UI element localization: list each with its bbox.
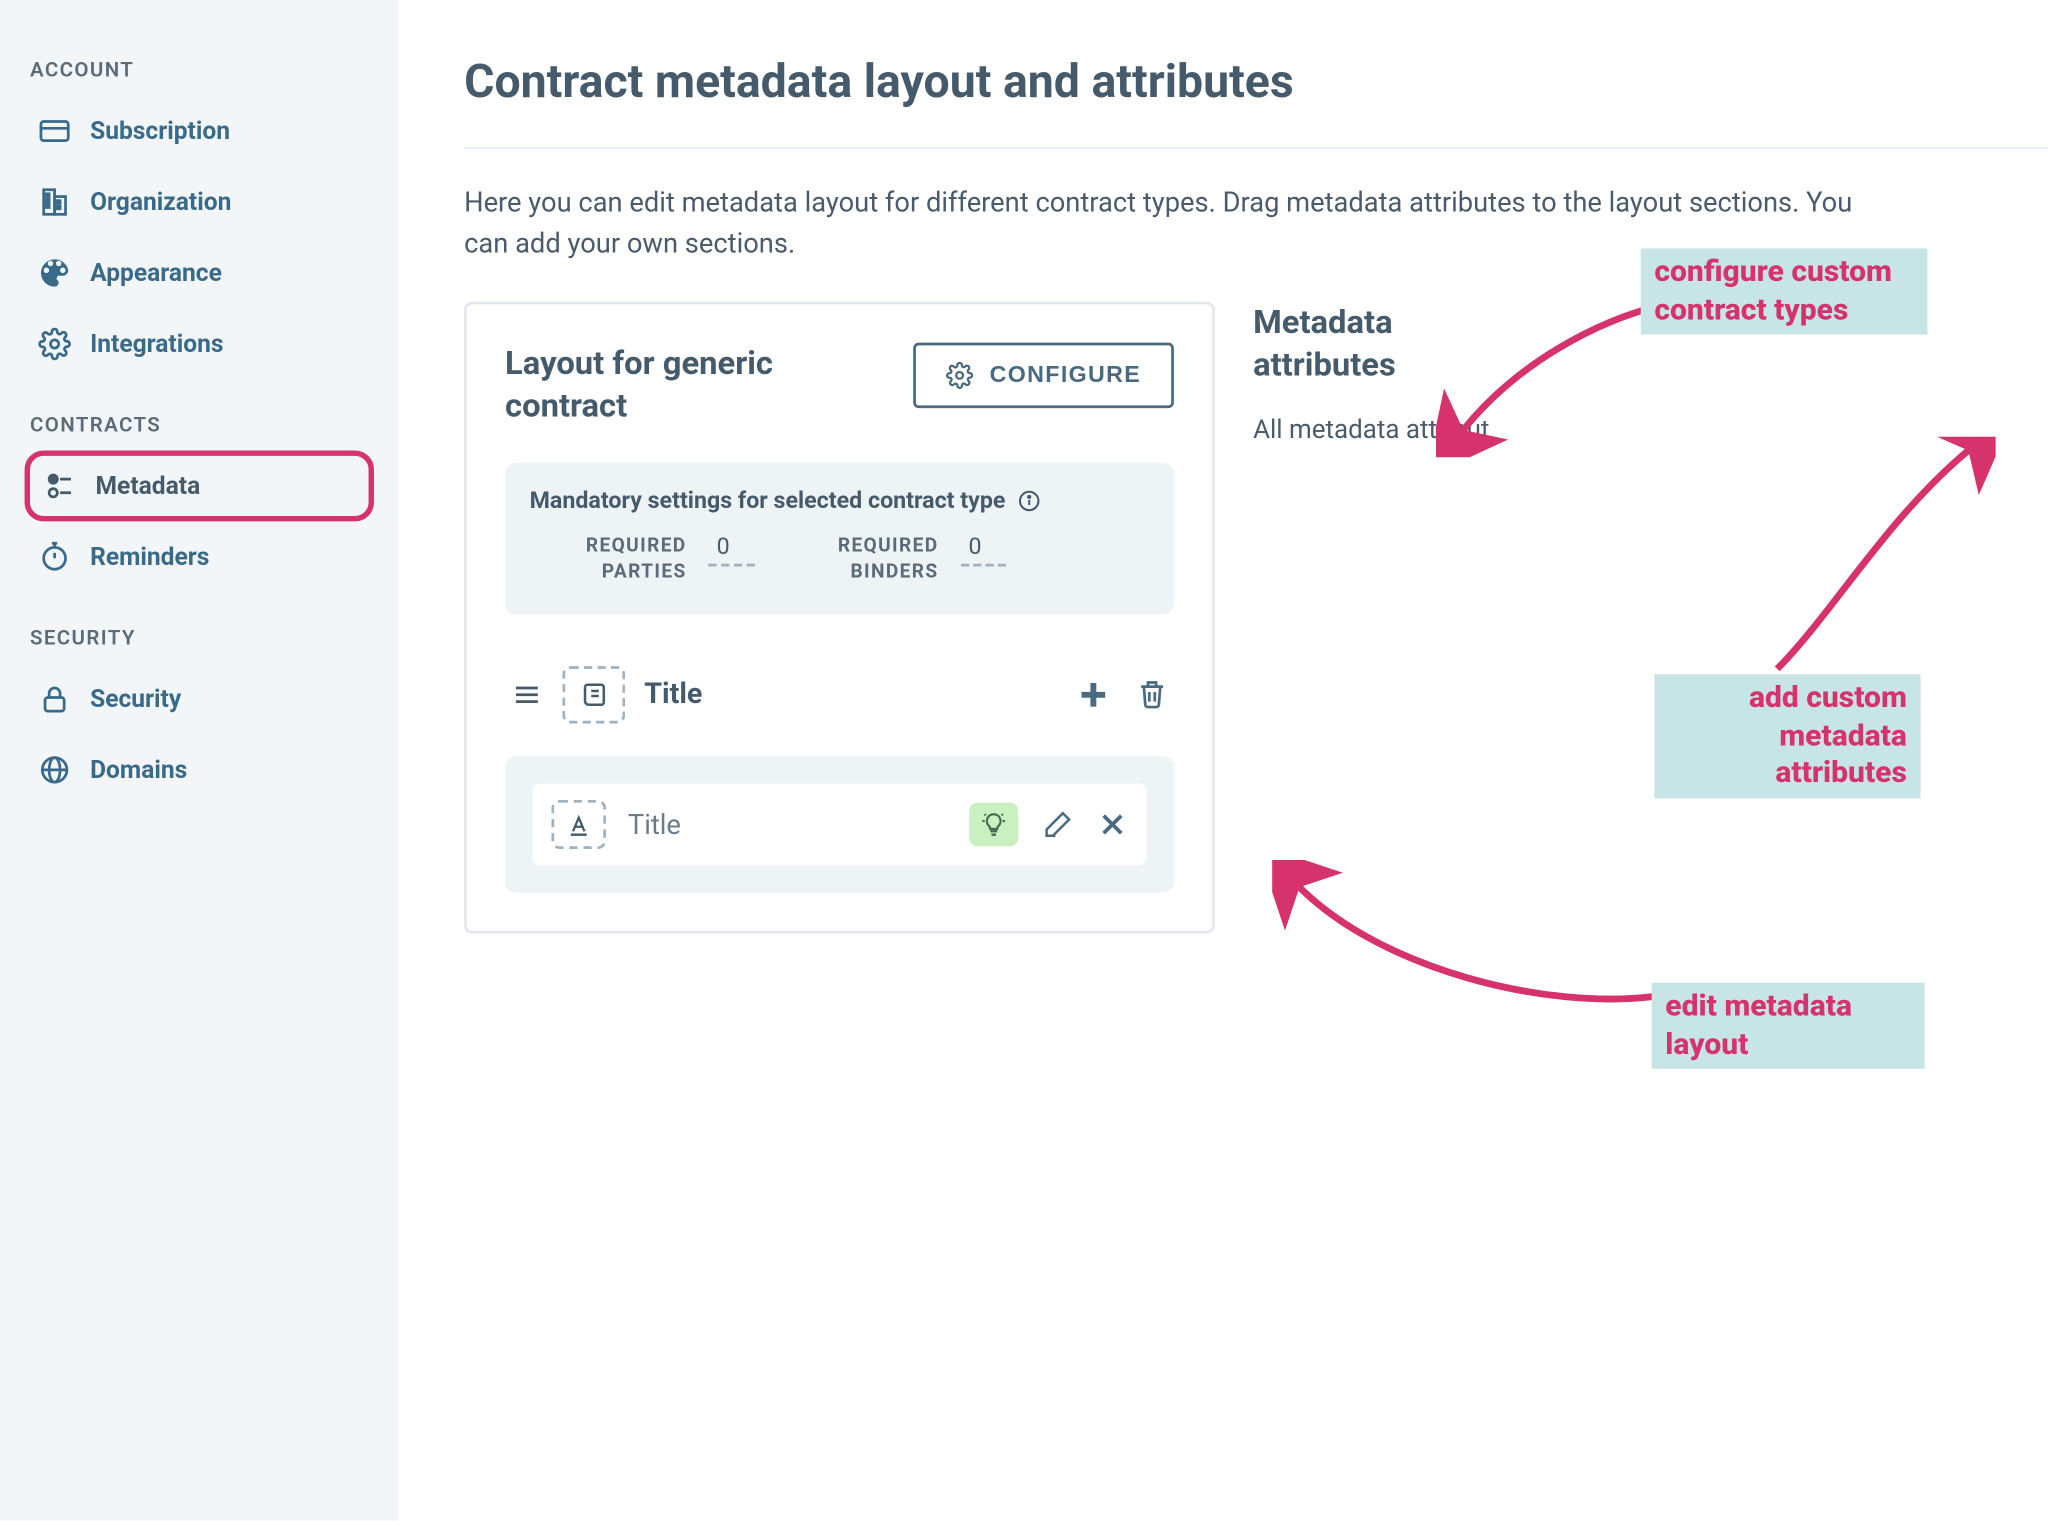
delete-section-icon[interactable] — [1136, 677, 1169, 710]
attributes-title: Metadata attributes — [1253, 302, 1471, 387]
sidebar-item-label: Domains — [90, 756, 187, 785]
attributes-subtext: All metadata attribut — [1253, 414, 2048, 445]
info-icon[interactable] — [1016, 489, 1041, 514]
required-binders-value[interactable]: 0 — [960, 534, 1006, 567]
sidebar: ACCOUNT Subscription Organization Appear… — [0, 0, 399, 1521]
globe-icon — [38, 753, 71, 786]
credit-card-icon — [38, 115, 71, 148]
required-binders-label: REQUIRED BINDERS — [809, 534, 939, 584]
add-section-icon[interactable] — [1076, 677, 1111, 712]
lightbulb-icon — [980, 810, 1007, 837]
sidebar-item-label: Subscription — [90, 117, 230, 146]
sidebar-item-security[interactable]: Security — [25, 663, 374, 734]
sidebar-item-label: Reminders — [90, 543, 209, 572]
drag-handle-icon[interactable] — [511, 678, 544, 711]
sidebar-item-label: Security — [90, 685, 181, 714]
sidebar-item-appearance[interactable]: Appearance — [25, 238, 374, 309]
sidebar-item-label: Appearance — [90, 259, 222, 288]
field-row-title[interactable]: Title — [532, 783, 1146, 865]
lock-icon — [38, 683, 71, 716]
field-type-icon[interactable] — [551, 800, 606, 849]
text-field-icon — [565, 810, 592, 837]
sidebar-heading-security: SECURITY — [30, 625, 374, 650]
field-container: Title — [505, 756, 1174, 893]
sidebar-item-label: Metadata — [96, 472, 201, 501]
sidebar-item-reminders[interactable]: Reminders — [25, 521, 374, 592]
building-icon — [38, 186, 71, 219]
required-parties-value[interactable]: 0 — [708, 534, 754, 567]
hint-button[interactable] — [969, 802, 1018, 846]
layout-panel: Layout for generic contract CONFIGURE Ma… — [464, 302, 1215, 934]
sidebar-item-domains[interactable]: Domains — [25, 734, 374, 805]
mandatory-settings-title: Mandatory settings for selected contract… — [530, 488, 1150, 515]
section-type-icon[interactable] — [562, 666, 625, 723]
gear-icon — [946, 362, 973, 389]
sidebar-item-subscription[interactable]: Subscription — [25, 96, 374, 167]
metadata-icon — [44, 470, 77, 503]
section-label: Title — [644, 678, 1056, 711]
stopwatch-icon — [38, 541, 71, 574]
required-binders-item: REQUIRED BINDERS 0 — [809, 534, 1006, 584]
callout-configure-types: configure custom contract types — [1641, 248, 1928, 334]
callout-add-attributes: add custom metadata attributes — [1654, 674, 1920, 798]
configure-button-label: CONFIGURE — [990, 362, 1142, 389]
sidebar-heading-contracts: CONTRACTS — [30, 412, 374, 437]
field-label: Title — [628, 808, 947, 841]
callout-edit-layout: edit metadata layout — [1652, 983, 1925, 1069]
remove-field-icon[interactable] — [1097, 809, 1127, 839]
scroll-icon — [579, 679, 609, 709]
sidebar-item-integrations[interactable]: Integrations — [25, 308, 374, 379]
page-title: Contract metadata layout and attributes — [464, 55, 2048, 110]
configure-button[interactable]: CONFIGURE — [913, 343, 1174, 409]
sidebar-item-metadata[interactable]: Metadata — [25, 450, 374, 521]
divider — [464, 147, 2048, 148]
required-parties-label: REQUIRED PARTIES — [557, 534, 687, 584]
sidebar-item-label: Organization — [90, 188, 231, 217]
sidebar-item-label: Integrations — [90, 330, 223, 359]
sidebar-heading-account: ACCOUNT — [30, 57, 374, 82]
gear-icon — [38, 328, 71, 361]
edit-field-icon[interactable] — [1043, 809, 1073, 839]
sidebar-item-organization[interactable]: Organization — [25, 167, 374, 238]
main-content: Contract metadata layout and attributes … — [399, 0, 2048, 1521]
required-parties-item: REQUIRED PARTIES 0 — [557, 534, 754, 584]
section-row-title[interactable]: Title — [505, 655, 1174, 734]
palette-icon — [38, 257, 71, 290]
layout-panel-title: Layout for generic contract — [505, 343, 886, 428]
mandatory-settings-box: Mandatory settings for selected contract… — [505, 463, 1174, 614]
